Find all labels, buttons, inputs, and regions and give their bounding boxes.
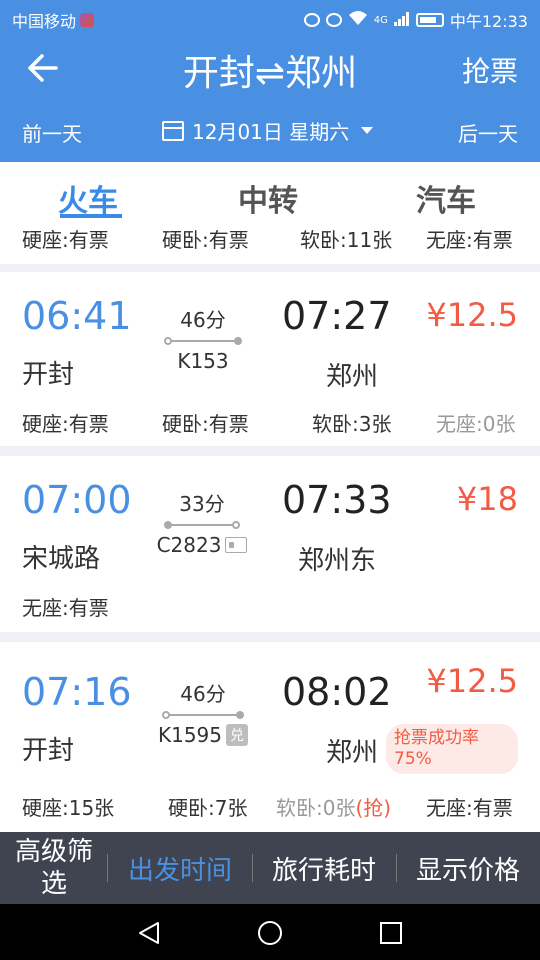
to-station: 郑州 bbox=[326, 738, 379, 768]
train-number: C2823 bbox=[150, 533, 254, 557]
route-title: 开封⇌郑州 bbox=[182, 53, 358, 94]
from-station: 开封 bbox=[22, 360, 75, 390]
seat-soft-sleeper: 软卧:0张(抢) bbox=[276, 792, 391, 821]
status-time: 中午12:33 bbox=[449, 12, 528, 31]
train-info: 33分 C2823 bbox=[150, 488, 254, 557]
departure-time: 06:41 bbox=[22, 294, 132, 338]
status-right: 4G 中午12:33 bbox=[303, 8, 528, 32]
battery-icon bbox=[415, 13, 444, 27]
grab-link[interactable]: (抢) bbox=[355, 796, 391, 820]
price: ¥12.5 bbox=[426, 662, 518, 700]
seat-hard: 硬座:有票 bbox=[22, 228, 109, 252]
arrival-time: 07:27 bbox=[282, 294, 392, 338]
train-info: 46分 K1595 兑 bbox=[152, 678, 254, 747]
seat-hard: 硬座:15张 bbox=[22, 796, 115, 820]
calendar-icon bbox=[162, 120, 184, 141]
train-card-partial[interactable]: 硬座:有票 硬卧:有票 软卧:11张 无座:有票 bbox=[0, 220, 540, 264]
duration: 46分 bbox=[180, 308, 226, 332]
next-day-button[interactable]: 后一天 bbox=[458, 118, 518, 147]
route-line bbox=[162, 709, 244, 721]
dropdown-caret-icon bbox=[361, 127, 374, 134]
train-info: 46分 K153 bbox=[158, 304, 248, 373]
price: ¥18 bbox=[456, 480, 518, 518]
to-station: 郑州 bbox=[326, 362, 379, 392]
prev-day-button[interactable]: 前一天 bbox=[22, 118, 82, 147]
seat-standing: 无座:0张 bbox=[436, 412, 516, 436]
seat-standing: 无座:有票 bbox=[426, 796, 513, 820]
seat-hard: 硬座:有票 bbox=[22, 412, 109, 436]
id-card-icon bbox=[225, 537, 248, 553]
sort-travel-time-button[interactable]: 旅行耗时 bbox=[256, 832, 392, 904]
from-station: 开封 bbox=[22, 736, 75, 766]
duration: 46分 bbox=[180, 682, 226, 706]
tab-transfer[interactable]: 中转 bbox=[238, 176, 298, 220]
seat-standing: 无座:有票 bbox=[426, 228, 513, 252]
seat-standing: 无座:有票 bbox=[22, 596, 109, 620]
departure-time: 07:00 bbox=[22, 478, 132, 522]
network-type: 4G bbox=[373, 14, 388, 26]
system-nav-bar bbox=[0, 904, 540, 960]
route-line bbox=[164, 335, 242, 347]
train-number: K1595 兑 bbox=[152, 723, 254, 747]
show-price-button[interactable]: 显示价格 bbox=[400, 832, 536, 904]
price: ¥12.5 bbox=[426, 296, 518, 334]
date-picker[interactable]: 12月01日 星期六 bbox=[162, 116, 374, 145]
train-card[interactable]: 07:16 46分 K1595 兑 08:02 ¥12.5 开封 郑州 抢票成功率… bbox=[0, 642, 540, 832]
seat-hard-sleeper: 硬卧:有票 bbox=[162, 228, 249, 252]
status-left: 中国移动 bbox=[12, 8, 95, 32]
duration: 33分 bbox=[179, 492, 225, 516]
wifi-icon bbox=[348, 10, 368, 30]
nav-back-icon[interactable] bbox=[136, 920, 162, 950]
nav-recents-icon[interactable] bbox=[378, 920, 404, 950]
signal-icon bbox=[393, 11, 410, 30]
grab-ticket-button[interactable]: 抢票 bbox=[462, 50, 518, 90]
nav-home-icon[interactable] bbox=[257, 920, 283, 950]
soft-sleeper-label: 软卧:0张 bbox=[276, 796, 356, 820]
app-badge-icon bbox=[80, 13, 95, 27]
exchange-badge: 兑 bbox=[226, 724, 248, 746]
seat-soft-sleeper: 软卧:11张 bbox=[300, 228, 393, 252]
status-bar: 中国移动 4G 中午12:33 bbox=[0, 0, 540, 36]
active-tab-indicator bbox=[60, 214, 122, 218]
seat-hard-sleeper: 硬卧:7张 bbox=[168, 796, 248, 820]
seat-soft-sleeper: 软卧:3张 bbox=[312, 412, 392, 436]
date-label: 12月01日 星期六 bbox=[192, 120, 350, 144]
divider bbox=[252, 854, 253, 882]
transport-tabs: 火车 中转 汽车 bbox=[0, 162, 540, 220]
departure-time: 07:16 bbox=[22, 670, 132, 714]
sort-departure-time-button[interactable]: 出发时间 bbox=[112, 832, 248, 904]
carrier-label: 中国移动 bbox=[12, 12, 77, 31]
seat-hard-sleeper: 硬卧:有票 bbox=[162, 412, 249, 436]
alarm-icon bbox=[303, 13, 320, 27]
tab-bus[interactable]: 汽车 bbox=[416, 176, 476, 220]
arrival-time: 07:33 bbox=[282, 478, 392, 522]
to-station: 郑州东 bbox=[298, 546, 377, 576]
divider bbox=[396, 854, 397, 882]
grab-success-rate-badge: 抢票成功率75% bbox=[386, 724, 518, 774]
advanced-filter-button[interactable]: 高级筛选 bbox=[8, 832, 100, 904]
train-card[interactable]: 06:41 46分 K153 07:27 ¥12.5 开封 郑州 硬座:有票 硬… bbox=[0, 272, 540, 446]
from-station: 宋城路 bbox=[22, 544, 101, 574]
train-card[interactable]: 07:00 33分 C2823 07:33 ¥18 宋城路 郑州东 无座:有票 bbox=[0, 456, 540, 632]
eye-icon bbox=[325, 13, 342, 27]
train-number: K153 bbox=[177, 349, 229, 373]
bottom-filter-bar: 高级筛选 出发时间 旅行耗时 显示价格 bbox=[0, 832, 540, 904]
route-line bbox=[164, 519, 240, 531]
arrival-time: 08:02 bbox=[282, 670, 392, 714]
header: 开封⇌郑州 抢票 前一天 12月01日 星期六 后一天 bbox=[0, 36, 540, 162]
divider bbox=[107, 854, 108, 882]
